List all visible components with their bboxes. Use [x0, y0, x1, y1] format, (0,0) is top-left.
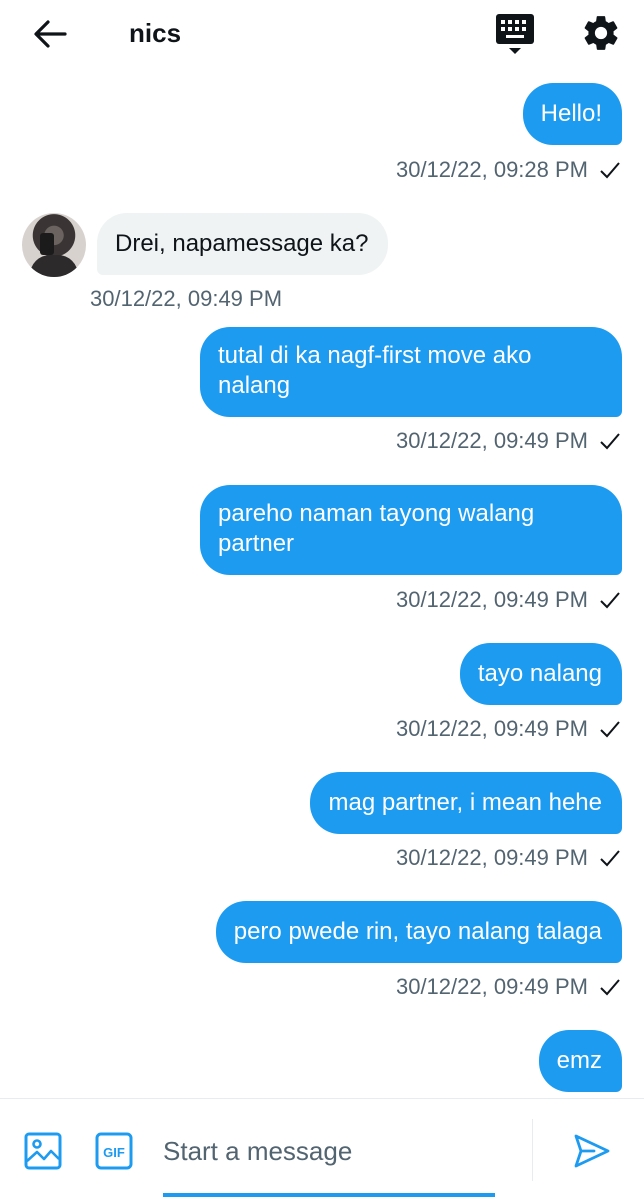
message-timestamp: 30/12/22, 09:49 PM [90, 286, 282, 312]
keyboard-shortcuts-button[interactable] [494, 12, 536, 56]
outgoing-message[interactable]: mag partner, i mean hehe [310, 772, 622, 834]
timestamp-text: 30/12/22, 09:49 PM [395, 974, 588, 999]
conversation-title[interactable]: nics [129, 17, 181, 49]
seen-check-icon [600, 979, 620, 996]
settings-button[interactable] [580, 12, 622, 54]
seen-check-icon [600, 721, 620, 738]
composer-divider [532, 1119, 533, 1181]
add-media-button[interactable] [24, 1132, 62, 1170]
outgoing-message[interactable]: pareho naman tayong walang partner [200, 485, 622, 575]
incoming-message[interactable]: Drei, napamessage ka? [97, 213, 389, 275]
outgoing-message[interactable]: Hello! [522, 83, 622, 145]
message-timestamp: 30/12/22, 09:28 PM [396, 157, 622, 183]
message-timestamp: 30/12/22, 09:49 PM [396, 845, 622, 871]
outgoing-message[interactable]: tutal di ka nagf-first move ako nalang [200, 327, 622, 417]
outgoing-message[interactable]: tayo nalang [459, 643, 622, 705]
keyboard-icon [496, 14, 534, 54]
avatar[interactable] [22, 213, 86, 277]
send-button[interactable] [572, 1131, 612, 1171]
gif-icon: GIF [95, 1132, 133, 1170]
outgoing-message[interactable]: pero pwede rin, tayo nalang talaga [215, 901, 622, 963]
timestamp-text: 30/12/22, 09:49 PM [395, 428, 588, 453]
outgoing-message[interactable]: emz [538, 1030, 622, 1092]
input-focus-underline [163, 1193, 495, 1197]
back-button[interactable] [30, 14, 70, 54]
message-input[interactable] [163, 1129, 493, 1173]
message-timestamp: 30/12/22, 09:49 PM [396, 716, 622, 742]
message-timestamp: 30/12/22, 09:49 PM [396, 974, 622, 1000]
add-gif-button[interactable]: GIF [95, 1132, 133, 1170]
seen-check-icon [600, 162, 620, 179]
timestamp-text: 30/12/22, 09:49 PM [90, 286, 283, 311]
seen-check-icon [600, 433, 620, 450]
gif-label: GIF [103, 1145, 125, 1160]
message-list[interactable]: Hello! 30/12/22, 09:28 PM Drei, napamess… [0, 0, 644, 1098]
timestamp-text: 30/12/22, 09:49 PM [395, 587, 588, 612]
gear-icon [584, 16, 618, 50]
message-timestamp: 30/12/22, 09:49 PM [396, 587, 622, 613]
send-icon [574, 1134, 610, 1168]
timestamp-text: 30/12/22, 09:49 PM [395, 716, 588, 741]
conversation-header: nics [0, 0, 644, 68]
timestamp-text: 30/12/22, 09:28 PM [395, 157, 588, 182]
message-composer: GIF [0, 1098, 644, 1200]
arrow-left-icon [34, 20, 67, 48]
timestamp-text: 30/12/22, 09:49 PM [395, 845, 588, 870]
seen-check-icon [600, 850, 620, 867]
image-icon [24, 1132, 62, 1170]
seen-check-icon [600, 592, 620, 609]
message-timestamp: 30/12/22, 09:49 PM [396, 428, 622, 454]
dm-conversation-screen: Hello! 30/12/22, 09:28 PM Drei, napamess… [0, 0, 644, 1200]
